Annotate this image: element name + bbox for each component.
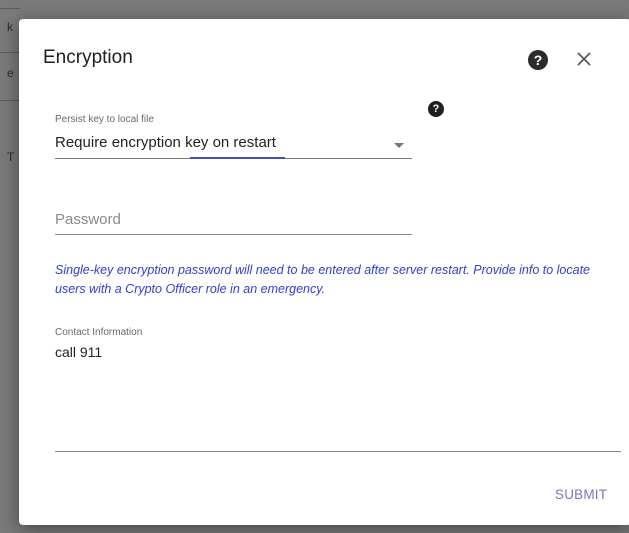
close-icon[interactable] <box>571 46 597 72</box>
encryption-info-text: Single-key encryption password will need… <box>55 263 590 296</box>
password-underline <box>55 234 412 235</box>
contact-information-field[interactable]: call 911 <box>55 344 615 444</box>
help-icon[interactable]: ? <box>528 50 548 70</box>
select-focus-indicator <box>190 157 285 159</box>
background-divider <box>0 52 20 53</box>
persist-key-help-icon[interactable]: ? <box>428 101 444 117</box>
background-divider <box>0 100 20 101</box>
password-field <box>55 205 412 235</box>
persist-key-select[interactable]: Require encryption key on restart <box>55 127 412 159</box>
contact-information-label: Contact Information <box>55 327 143 338</box>
persist-key-select-value: Require encryption key on restart <box>55 134 276 151</box>
background-text: e <box>7 66 14 80</box>
dialog-title: Encryption <box>43 47 133 68</box>
background-text: T <box>7 150 15 164</box>
contact-underline <box>55 451 621 452</box>
dropdown-arrow-icon <box>394 143 404 148</box>
submit-button[interactable]: SUBMIT <box>555 487 607 502</box>
background-text: k <box>7 20 13 34</box>
persist-key-label: Persist key to local file <box>55 114 154 125</box>
password-input[interactable] <box>55 205 412 233</box>
background-divider <box>0 8 20 9</box>
encryption-dialog: Encryption ? Persist key to local file ?… <box>19 19 629 525</box>
